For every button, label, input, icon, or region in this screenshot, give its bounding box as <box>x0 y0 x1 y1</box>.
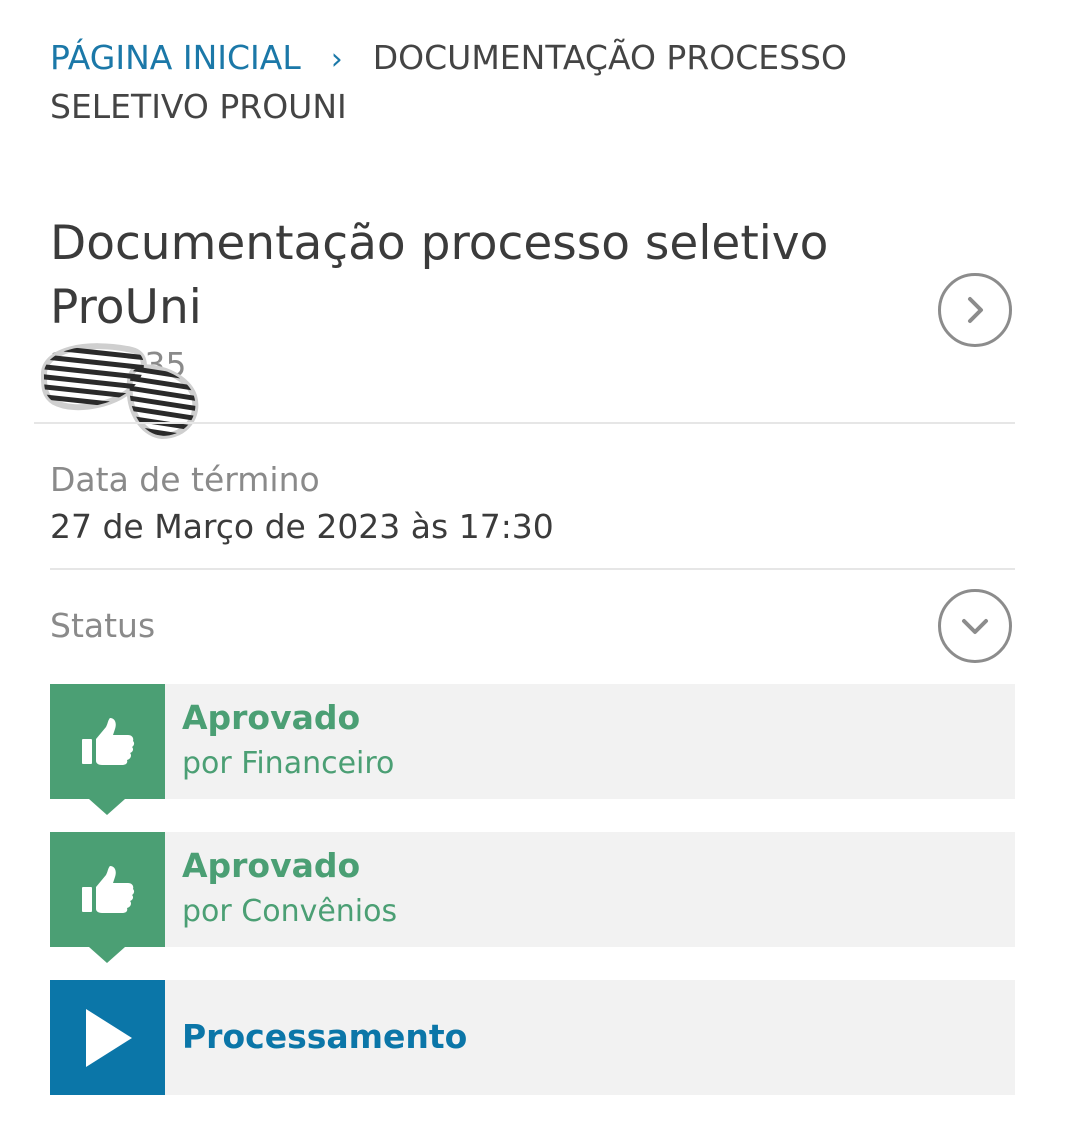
breadcrumb-home-link[interactable]: PÁGINA INICIAL <box>50 38 301 77</box>
step-title: Processamento <box>182 1017 468 1056</box>
step-icon-box <box>50 832 165 963</box>
chevron-down-icon <box>962 619 988 634</box>
play-icon <box>85 1008 132 1067</box>
divider <box>34 422 1015 424</box>
breadcrumb: PÁGINA INICIAL › DOCUMENTAÇÃO PROCESSO SEL… <box>50 34 950 130</box>
page-title: Documentação processo seletivo ProUni <box>50 216 829 335</box>
step-subtitle: por Convênios <box>182 894 398 929</box>
status-label: Status <box>50 606 156 645</box>
sunglasses-sticker-icon <box>41 343 199 440</box>
end-date-label: Data de término <box>50 460 320 499</box>
status-toggle-button[interactable] <box>938 589 1012 663</box>
chevron-right-icon <box>968 297 983 323</box>
step-title: Aprovado <box>182 698 361 737</box>
step-title: Aprovado <box>182 846 361 885</box>
step-subtitle: por Financeiro <box>182 746 395 781</box>
status-step-processamento: Processamento <box>50 980 1015 1095</box>
chevron-right-icon: › <box>330 42 343 77</box>
thumbs-up-icon <box>81 717 134 765</box>
open-details-button[interactable] <box>938 273 1012 347</box>
step-icon-box <box>50 980 165 1095</box>
divider <box>50 568 1015 570</box>
end-date-value: 27 de Março de 2023 às 17:30 <box>50 507 554 546</box>
page: PÁGINA INICIAL › DOCUMENTAÇÃO PROCESSO SEL… <box>0 0 1076 1123</box>
thumbs-up-icon <box>81 865 134 913</box>
status-step-convenios: Aprovado por Convênios <box>50 832 1015 963</box>
status-step-financeiro: Aprovado por Financeiro <box>50 684 1015 815</box>
step-icon-box <box>50 684 165 815</box>
